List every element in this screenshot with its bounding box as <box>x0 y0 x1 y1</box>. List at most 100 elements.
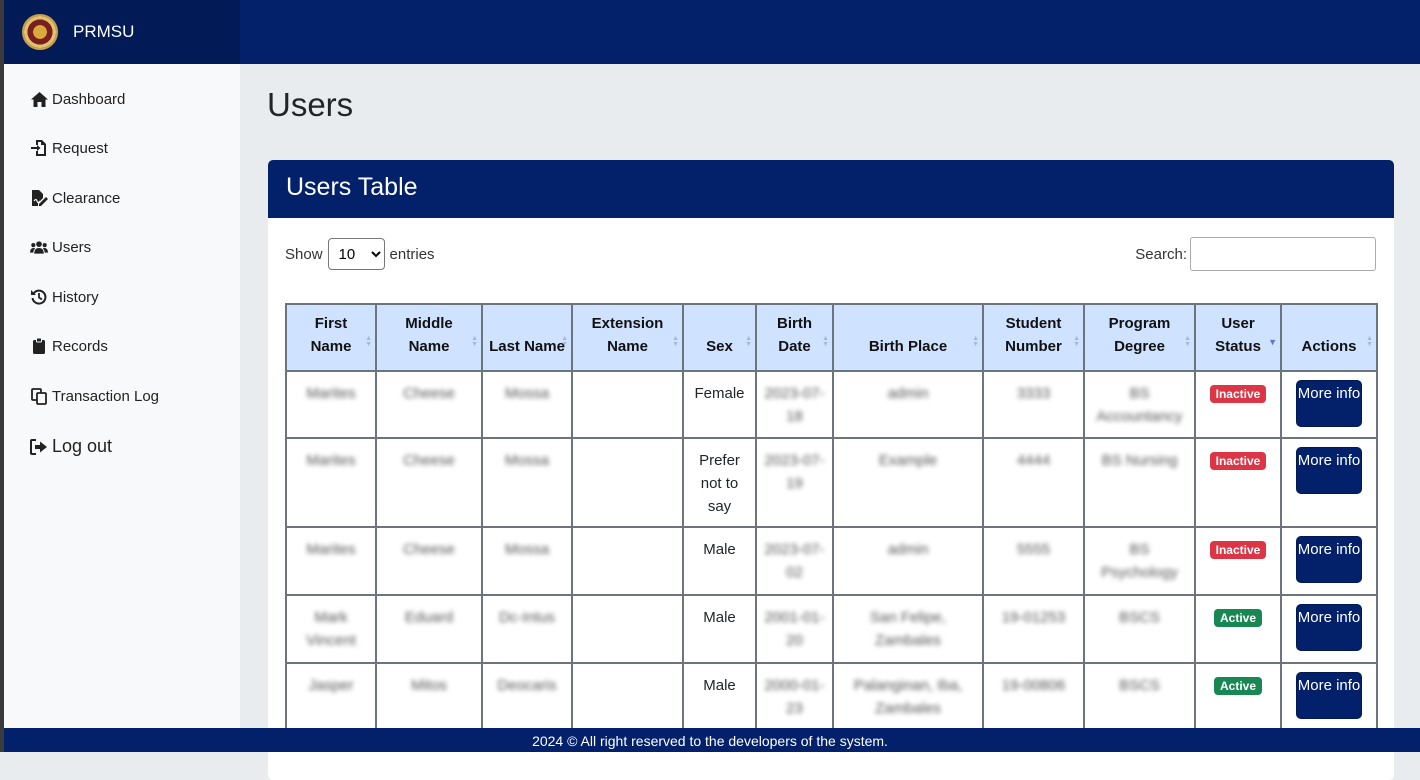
cell-middle-name: Mitos <box>375 662 483 732</box>
file-signature-icon <box>30 189 48 207</box>
cell-program-degree: BS Accountancy <box>1083 370 1196 439</box>
cell-extension-name <box>571 370 684 439</box>
column-header-last-name[interactable]: Last Name ▲ ▼ <box>481 303 573 372</box>
column-header-label: Extension Name <box>591 315 664 355</box>
status-badge: Active <box>1213 677 1263 695</box>
cell-first-name: Marites <box>285 370 377 439</box>
search-label: Search: <box>1135 245 1187 263</box>
status-badge: Inactive <box>1209 385 1267 403</box>
cell-birth-place: admin <box>832 526 984 596</box>
cell-birth-date: 2023-07-02 <box>755 526 834 596</box>
users-table: First Name ▲ ▼ Middle Name ▲ ▼ Last Name ▲ ▼ E… <box>285 303 1378 732</box>
cell-user-status: Active <box>1194 594 1282 664</box>
more-info-button[interactable]: More info <box>1296 604 1362 651</box>
cell-first-name: Jasper <box>285 662 377 732</box>
cell-sex: Female <box>682 370 757 439</box>
table-row: Marites Cheese Mossa Male 2023-07-02 adm… <box>285 526 1378 596</box>
table-row: Marites Cheese Mossa Female 2023-07-18 a… <box>285 370 1378 439</box>
entries-select[interactable]: 10 <box>327 238 385 270</box>
cell-extension-name <box>571 437 684 528</box>
show-label: Show <box>285 245 323 263</box>
sidebar-item-users[interactable]: Users <box>30 238 91 256</box>
sort-icon: ▲ ▼ <box>561 335 568 348</box>
brand[interactable]: PRMSU <box>4 0 240 64</box>
logout-button[interactable]: Log out <box>30 436 112 457</box>
cell-program-degree: BS Psychology <box>1083 526 1196 596</box>
column-header-program-degree[interactable]: Program Degree ▲ ▼ <box>1083 303 1196 372</box>
cell-last-name: Mossa <box>481 370 573 439</box>
cell-first-name: Mark Vincent <box>285 594 377 664</box>
cell-actions: More info <box>1280 662 1378 732</box>
column-header-label: Student Number <box>1005 315 1062 355</box>
logout-label: Log out <box>52 436 113 456</box>
cell-extension-name <box>571 662 684 732</box>
more-info-button[interactable]: More info <box>1296 672 1362 719</box>
history-icon <box>30 288 48 306</box>
cell-student-number: 5555 <box>982 526 1085 596</box>
cell-birth-place: Palanginan, Iba, Zambales <box>832 662 984 732</box>
sort-icon: ▲ ▼ <box>1073 335 1080 348</box>
cell-student-number: 3333 <box>982 370 1085 439</box>
column-header-actions[interactable]: Actions ▲ ▼ <box>1280 303 1378 372</box>
cell-birth-place: admin <box>832 370 984 439</box>
more-info-button[interactable]: More info <box>1296 536 1362 583</box>
cell-program-degree: BS Nursing <box>1083 437 1196 528</box>
cell-middle-name: Eduard <box>375 594 483 664</box>
window-edge <box>0 0 4 752</box>
sidebar-item-transaction-log[interactable]: Transaction Log <box>30 387 159 405</box>
main-content: Users Users Table Show 10 entries Search… <box>240 64 1420 780</box>
column-header-label: Last Name <box>489 338 565 355</box>
sidebar-item-clearance[interactable]: Clearance <box>30 189 120 207</box>
column-header-birth-date[interactable]: Birth Date ▲ ▼ <box>755 303 834 372</box>
more-info-button[interactable]: More info <box>1296 380 1362 427</box>
sort-icon: ▲ ▼ <box>745 335 752 348</box>
status-badge: Active <box>1213 609 1263 627</box>
sidebar-item-label: Clearance <box>52 189 121 207</box>
sidebar-item-history[interactable]: History <box>30 288 99 306</box>
status-badge: Inactive <box>1209 541 1267 559</box>
column-header-extension-name[interactable]: Extension Name ▲ ▼ <box>571 303 684 372</box>
column-header-first-name[interactable]: First Name ▲ ▼ <box>285 303 377 372</box>
column-header-student-number[interactable]: Student Number ▲ ▼ <box>982 303 1085 372</box>
column-header-user-status[interactable]: User Status ▼ <box>1194 303 1282 372</box>
sidebar-item-label: Request <box>52 139 108 157</box>
sidebar-item-dashboard[interactable]: Dashboard <box>30 90 125 108</box>
cell-extension-name <box>571 594 684 664</box>
cell-actions: More info <box>1280 370 1378 439</box>
more-info-button[interactable]: More info <box>1296 447 1362 494</box>
cell-first-name: Marites <box>285 526 377 596</box>
column-header-birth-place[interactable]: Birth Place ▲ ▼ <box>832 303 984 372</box>
card-title: Users Table <box>268 160 1394 218</box>
search-input[interactable] <box>1190 237 1376 271</box>
page-title: Users <box>267 86 354 123</box>
sidebar-item-label: Dashboard <box>52 90 126 108</box>
sidebar-item-records[interactable]: Records <box>30 337 108 355</box>
cell-sex: Male <box>682 526 757 596</box>
prmsu-logo <box>22 14 58 50</box>
copy-icon <box>30 387 48 405</box>
column-header-sex[interactable]: Sex ▲ ▼ <box>682 303 757 372</box>
column-header-middle-name[interactable]: Middle Name ▲ ▼ <box>375 303 483 372</box>
sidebar-item-request[interactable]: Request <box>30 139 108 157</box>
cell-user-status: Inactive <box>1194 437 1282 528</box>
cell-middle-name: Cheese <box>375 437 483 528</box>
cell-program-degree: BSCS <box>1083 594 1196 664</box>
table-row: Mark Vincent Eduard Dc-Intus Male 2001-0… <box>285 594 1378 664</box>
column-header-label: Birth Place <box>868 338 948 355</box>
cell-last-name: Mossa <box>481 526 573 596</box>
entries-label: entries <box>389 245 435 263</box>
footer-text: 2024 © All right reserved to the develop… <box>532 733 888 749</box>
sort-icon: ▲ ▼ <box>672 335 679 348</box>
column-header-label: Sex <box>706 338 733 355</box>
sort-icon: ▲ ▼ <box>972 335 979 348</box>
sidebar-item-label: Transaction Log <box>52 387 160 405</box>
column-header-label: Actions <box>1301 338 1357 355</box>
cell-birth-place: Example <box>832 437 984 528</box>
cell-user-status: Inactive <box>1194 526 1282 596</box>
column-header-label: Birth Date <box>777 315 812 355</box>
clipboard-icon <box>30 337 48 355</box>
cell-birth-date: 2000-01-23 <box>755 662 834 732</box>
sort-icon: ▲ ▼ <box>822 335 829 348</box>
column-header-label: User Status <box>1215 315 1261 355</box>
sidebar-item-label: History <box>52 288 99 306</box>
